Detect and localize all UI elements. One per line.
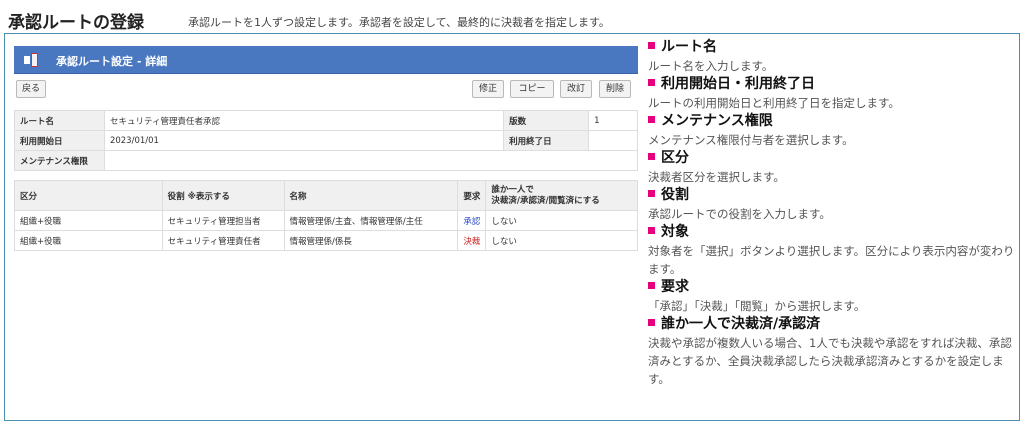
route-info-table: ルート名 セキュリティ管理責任者承認 版数 1 利用開始日 2023/01/01… — [14, 110, 639, 171]
desc-title: 対象 — [661, 224, 689, 240]
desc-title: 誰か一人で決裁済/承認済 — [661, 316, 821, 332]
step-name: 情報管理係/係長 — [283, 230, 459, 251]
header-name: 名称 — [283, 180, 459, 211]
desc-text: 承認ルートでの役割を入力します。 — [648, 207, 831, 221]
header-category: 区分 — [14, 180, 163, 211]
desc-text: 対象者を「選択」ボタンより選択します。区分により表示内容が変わります。 — [648, 244, 1015, 276]
desc-title: 区分 — [661, 150, 689, 166]
step-request: 決裁 — [457, 230, 487, 251]
toolbar: 戻る 修正 コピー 改訂 削除 — [14, 78, 638, 100]
maintenance-permission-label: メンテナンス権限 — [14, 150, 105, 171]
desc-text: ルートの利用開始日と利用終了日を指定します。 — [648, 96, 900, 110]
maintenance-permission-value — [103, 150, 639, 171]
header-request: 要求 — [457, 180, 487, 211]
header-single-approver: 誰か一人で 決裁済/承認済/閲覧済にする — [485, 180, 638, 211]
desc-heading: メンテナンス権限 — [648, 112, 1020, 131]
step-category: 組織+役職 — [14, 230, 163, 251]
panel-title-bar: 承認ルート設定 - 詳細 — [14, 46, 638, 74]
desc-heading: 利用開始日・利用終了日 — [648, 75, 1020, 94]
desc-heading: 要求 — [648, 278, 1020, 297]
desc-title: 利用開始日・利用終了日 — [661, 76, 815, 92]
end-date-label: 利用終了日 — [503, 130, 590, 151]
table-row[interactable]: 組織+役職 セキュリティ管理担当者 情報管理係/主査、情報管理係/主任 承認 し… — [14, 210, 638, 231]
copy-button[interactable]: コピー — [510, 80, 554, 98]
desc-title: 要求 — [661, 279, 689, 295]
header-role: 役割 ※表示する — [161, 180, 285, 211]
desc-heading: 誰か一人で決裁済/承認済 — [648, 315, 1020, 334]
route-name-label: ルート名 — [14, 110, 105, 131]
desc-text: ルート名を入力します。 — [648, 59, 774, 73]
table-header-row: 区分 役割 ※表示する 名称 要求 誰か一人で 決裁済/承認済/閲覧済にする — [14, 180, 638, 211]
end-date-value — [588, 130, 638, 151]
back-button[interactable]: 戻る — [16, 80, 46, 98]
table-row: ルート名 セキュリティ管理責任者承認 版数 1 — [14, 110, 638, 131]
desc-title: 役割 — [661, 187, 689, 203]
desc-title: ルート名 — [661, 39, 717, 55]
edit-button[interactable]: 修正 — [472, 80, 504, 98]
step-role: セキュリティ管理担当者 — [161, 210, 285, 231]
bullet-square-icon — [648, 226, 655, 234]
desc-title: メンテナンス権限 — [661, 113, 773, 129]
panel-title: 承認ルート設定 - 詳細 — [56, 55, 168, 68]
bullet-square-icon — [648, 189, 655, 197]
header-single-approver-text: 誰か一人で 決裁済/承認済/閲覧済にする — [491, 184, 600, 206]
bullet-square-icon — [648, 41, 655, 49]
delete-button[interactable]: 削除 — [599, 80, 631, 98]
bullet-square-icon — [648, 152, 655, 160]
desc-text: 決裁や承認が複数人いる場合、1人でも決裁や承認をすれば決裁、承認済みとするか、全… — [648, 336, 1012, 386]
bullet-square-icon — [648, 281, 655, 289]
desc-heading: ルート名 — [648, 38, 1020, 57]
route-icon — [24, 53, 38, 67]
page-subtitle: 承認ルートを1人ずつ設定します。承認者を設定して、最終的に決裁者を指定します。 — [188, 16, 610, 29]
bullet-square-icon — [648, 78, 655, 86]
bullet-square-icon — [648, 115, 655, 123]
desc-heading: 対象 — [648, 223, 1020, 242]
desc-text: 「承認」「決裁」「閲覧」から選択します。 — [648, 299, 866, 313]
route-name-value: セキュリティ管理責任者承認 — [103, 110, 505, 131]
version-label: 版数 — [503, 110, 590, 131]
step-single-approver: しない — [485, 210, 638, 231]
approval-route-panel: 承認ルート設定 - 詳細 戻る 修正 コピー 改訂 削除 ルート名 セキュリティ… — [14, 46, 639, 256]
step-name: 情報管理係/主査、情報管理係/主任 — [283, 210, 459, 231]
step-role: セキュリティ管理責任者 — [161, 230, 285, 251]
approval-steps-table: 区分 役割 ※表示する 名称 要求 誰か一人で 決裁済/承認済/閲覧済にする 組… — [14, 180, 638, 251]
step-request: 承認 — [457, 210, 487, 231]
table-row: 利用開始日 2023/01/01 利用終了日 — [14, 130, 638, 151]
field-descriptions: ルート名 ルート名を入力します。 利用開始日・利用終了日 ルートの利用開始日と利… — [648, 38, 1020, 388]
desc-heading: 区分 — [648, 149, 1020, 168]
desc-heading: 役割 — [648, 186, 1020, 205]
page-title: 承認ルートの登録 — [8, 13, 144, 33]
start-date-value: 2023/01/01 — [103, 130, 505, 151]
table-row: メンテナンス権限 — [14, 150, 639, 171]
desc-text: メンテナンス権限付与者を選択します。 — [648, 133, 854, 147]
desc-text: 決裁者区分を選択します。 — [648, 170, 785, 184]
revise-button[interactable]: 改訂 — [560, 80, 592, 98]
step-category: 組織+役職 — [14, 210, 163, 231]
table-row[interactable]: 組織+役職 セキュリティ管理責任者 情報管理係/係長 決裁 しない — [14, 230, 638, 251]
bullet-square-icon — [648, 318, 655, 326]
version-value: 1 — [588, 110, 638, 131]
start-date-label: 利用開始日 — [14, 130, 105, 151]
step-single-approver: しない — [485, 230, 638, 251]
